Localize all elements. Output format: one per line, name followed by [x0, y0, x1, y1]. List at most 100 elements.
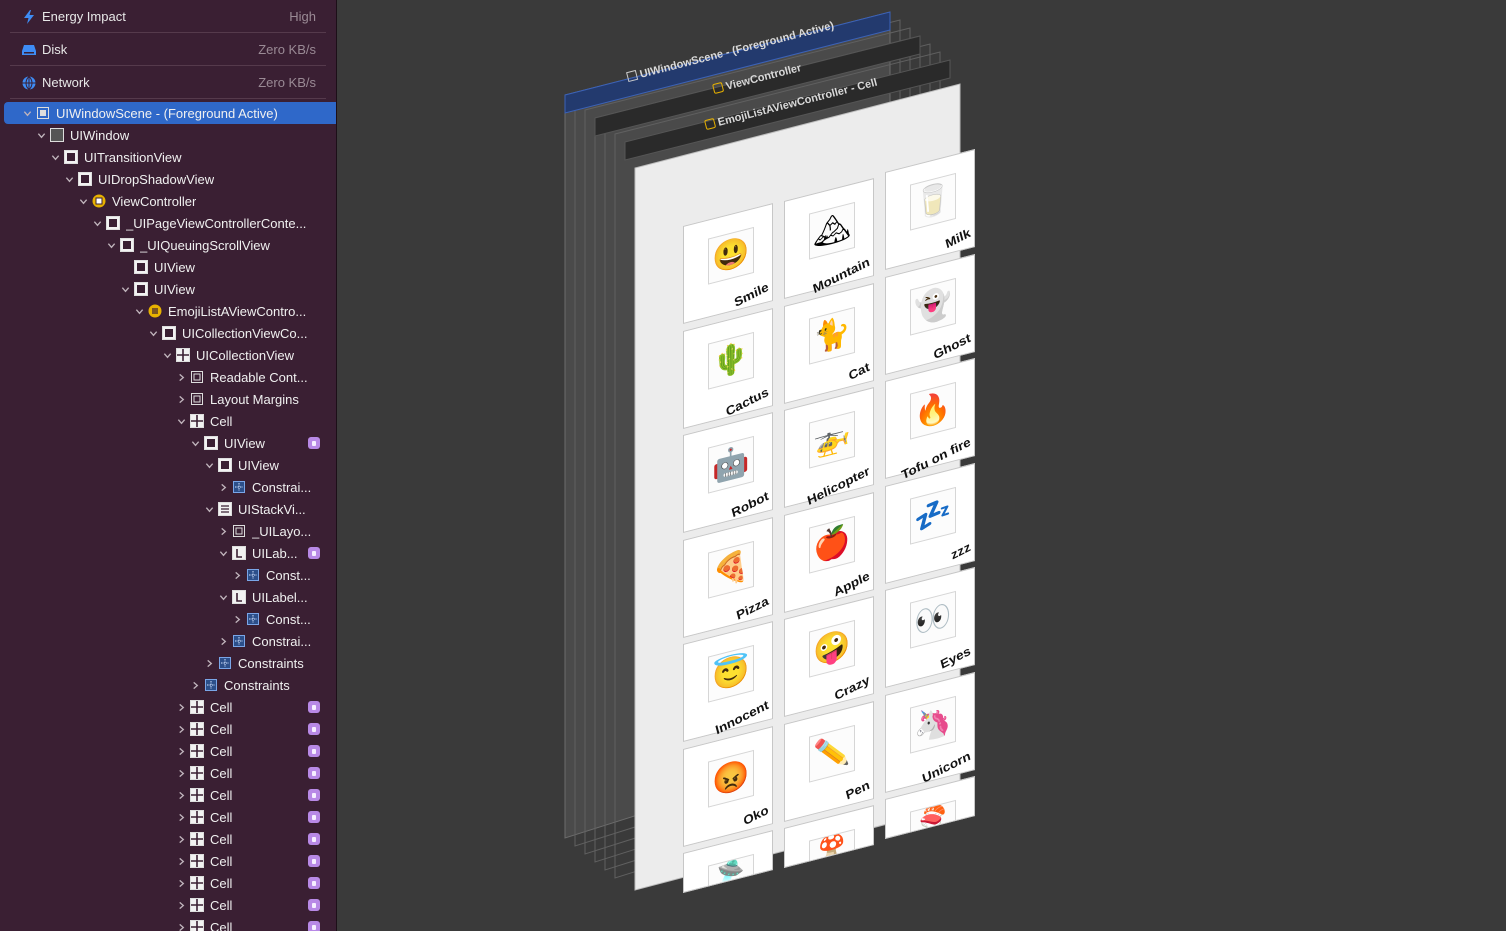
disclosure-chevron-down-icon[interactable] [118, 282, 132, 296]
disclosure-chevron-right-icon[interactable] [202, 656, 216, 670]
tree-row[interactable]: Cell [174, 872, 336, 894]
tree-row[interactable]: UILab... [216, 542, 336, 564]
disclosure-chevron-right-icon[interactable] [174, 832, 188, 846]
gauge-network[interactable]: Network Zero KB/s [0, 66, 336, 99]
view-debugger-canvas[interactable]: UIWindowScene - (Foreground Active) View… [337, 0, 1506, 931]
disclosure-chevron-right-icon[interactable] [174, 898, 188, 912]
tree-row[interactable]: Cell [174, 762, 336, 784]
tree-row[interactable]: UIWindowScene - (Foreground Active) [4, 102, 336, 124]
tree-row[interactable]: Cell [174, 696, 336, 718]
tree-row[interactable]: Const... [230, 608, 336, 630]
tree-row[interactable]: Constraints [202, 652, 336, 674]
issue-badge-icon[interactable] [308, 437, 320, 449]
tree-row-label: Layout Margins [210, 391, 299, 407]
tree-row[interactable]: UICollectionView [160, 344, 336, 366]
tree-row[interactable]: UIView [118, 278, 336, 300]
disclosure-chevron-down-icon[interactable] [188, 436, 202, 450]
disclosure-chevron-down-icon[interactable] [76, 194, 90, 208]
disclosure-chevron-right-icon[interactable] [230, 612, 244, 626]
tree-row[interactable]: Constrai... [216, 630, 336, 652]
disclosure-chevron-right-icon[interactable] [216, 634, 230, 648]
disclosure-chevron-down-icon[interactable] [104, 238, 118, 252]
tree-row[interactable]: _UIPageViewControllerConte... [90, 212, 336, 234]
disclosure-chevron-down-icon[interactable] [216, 590, 230, 604]
tree-row[interactable]: Constraints [188, 674, 336, 696]
constraints-icon [246, 568, 260, 582]
issue-badge-icon[interactable] [308, 767, 320, 779]
disclosure-chevron-down-icon[interactable] [20, 106, 34, 120]
disclosure-chevron-right-icon[interactable] [174, 700, 188, 714]
disclosure-chevron-right-icon[interactable] [174, 854, 188, 868]
disclosure-chevron-down-icon[interactable] [90, 216, 104, 230]
disclosure-chevron-down-icon[interactable] [216, 546, 230, 560]
tree-row[interactable]: UIWindow [34, 124, 336, 146]
tree-row[interactable]: UIView [202, 454, 336, 476]
disclosure-chevron-right-icon[interactable] [174, 392, 188, 406]
disclosure-chevron-down-icon[interactable] [34, 128, 48, 142]
issue-badge-icon[interactable] [308, 899, 320, 911]
disclosure-chevron-right-icon[interactable] [174, 722, 188, 736]
tree-row[interactable]: Cell [174, 894, 336, 916]
issue-badge-icon[interactable] [308, 723, 320, 735]
tree-row[interactable]: EmojiListAViewContro... [132, 300, 336, 322]
tree-row[interactable]: UIStackVi... [202, 498, 336, 520]
issue-badge-icon[interactable] [308, 877, 320, 889]
tree-row[interactable]: Const... [230, 564, 336, 586]
tree-row[interactable]: Cell [174, 718, 336, 740]
tree-row[interactable]: UICollectionViewCo... [146, 322, 336, 344]
tree-row[interactable]: Cell [174, 740, 336, 762]
disclosure-chevron-right-icon[interactable] [174, 370, 188, 384]
disclosure-chevron-right-icon[interactable] [174, 766, 188, 780]
tree-row[interactable]: Readable Cont... [174, 366, 336, 388]
view-icon [134, 282, 148, 296]
gauge-disk[interactable]: Disk Zero KB/s [0, 33, 336, 66]
disclosure-chevron-down-icon[interactable] [202, 458, 216, 472]
tree-row-label: Cell [210, 743, 233, 759]
issue-badge-icon[interactable] [308, 745, 320, 757]
disclosure-chevron-right-icon[interactable] [174, 920, 188, 931]
disclosure-chevron-down-icon[interactable] [62, 172, 76, 186]
gauge-energy-impact[interactable]: Energy Impact High [0, 0, 336, 33]
tree-row[interactable]: Constrai... [216, 476, 336, 498]
issue-badge-icon[interactable] [308, 833, 320, 845]
issue-badge-icon[interactable] [308, 789, 320, 801]
tree-row[interactable]: Cell [174, 850, 336, 872]
disclosure-chevron-right-icon[interactable] [174, 788, 188, 802]
disclosure-chevron-down-icon[interactable] [132, 304, 146, 318]
tree-row[interactable]: Cell [174, 916, 336, 931]
disclosure-chevron-right-icon[interactable] [230, 568, 244, 582]
tree-row[interactable]: UIView [188, 432, 336, 454]
issue-badge-icon[interactable] [308, 547, 320, 559]
tree-row[interactable]: UITransitionView [48, 146, 336, 168]
disclosure-chevron-right-icon[interactable] [188, 678, 202, 692]
emoji-image: 🍎 [809, 515, 855, 574]
issue-badge-icon[interactable] [308, 701, 320, 713]
disclosure-chevron-right-icon[interactable] [174, 744, 188, 758]
tree-row[interactable]: Layout Margins [174, 388, 336, 410]
issue-badge-icon[interactable] [308, 921, 320, 931]
disclosure-chevron-right-icon[interactable] [216, 524, 230, 538]
disclosure-chevron-down-icon[interactable] [160, 348, 174, 362]
disclosure-chevron-down-icon[interactable] [48, 150, 62, 164]
issue-badge-icon[interactable] [308, 855, 320, 867]
disclosure-chevron-down-icon[interactable] [174, 414, 188, 428]
disclosure-chevron-right-icon[interactable] [174, 810, 188, 824]
tree-row-label: EmojiListAViewContro... [168, 303, 307, 319]
cell-grid-icon [190, 766, 204, 780]
tree-row[interactable]: _UIQueuingScrollView [104, 234, 336, 256]
tree-row[interactable]: _UILayo... [216, 520, 336, 542]
tree-row[interactable]: UIView [118, 256, 336, 278]
tree-row[interactable]: Cell [174, 410, 336, 432]
disclosure-chevron-down-icon[interactable] [202, 502, 216, 516]
tree-row[interactable]: Cell [174, 784, 336, 806]
disclosure-chevron-down-icon[interactable] [146, 326, 160, 340]
disclosure-chevron-right-icon[interactable] [216, 480, 230, 494]
tree-row[interactable]: Cell [174, 806, 336, 828]
tree-row[interactable]: UIDropShadowView [62, 168, 336, 190]
tree-row[interactable]: Cell [174, 828, 336, 850]
window-scene-icon [36, 106, 50, 120]
tree-row[interactable]: UILabel... [216, 586, 336, 608]
disclosure-chevron-right-icon[interactable] [174, 876, 188, 890]
issue-badge-icon[interactable] [308, 811, 320, 823]
tree-row[interactable]: ViewController [76, 190, 336, 212]
